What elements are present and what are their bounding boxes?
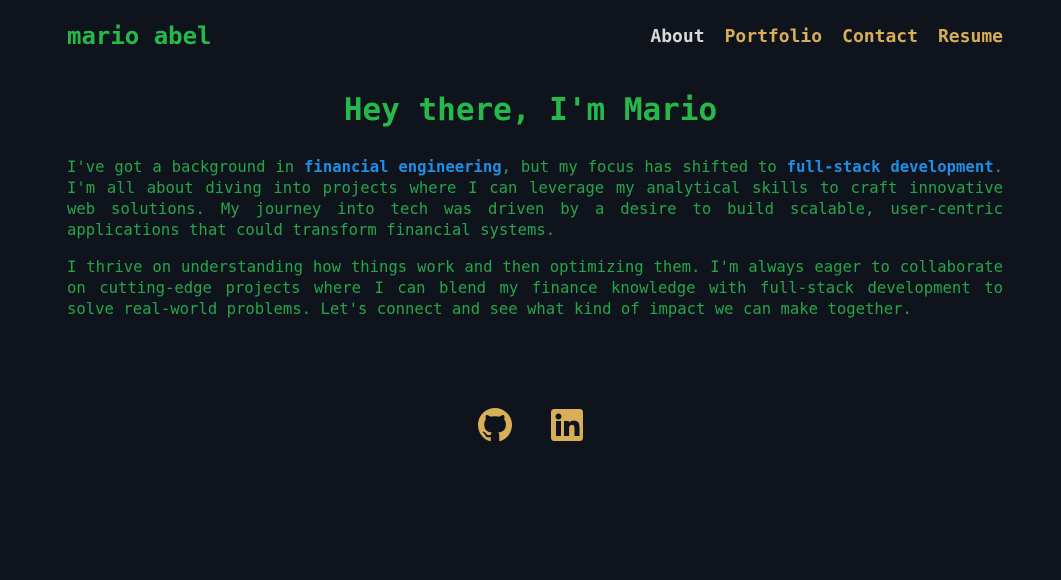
- social-links: [0, 408, 1061, 442]
- linkedin-icon: [550, 409, 583, 441]
- about-text-1: I've got a background in: [67, 158, 305, 176]
- about-content: I've got a background in financial engin…: [67, 157, 1003, 336]
- highlight-financial-engineering: financial engineering: [304, 158, 502, 176]
- github-icon: [477, 408, 512, 442]
- about-paragraph-2: I thrive on understanding how things wor…: [67, 258, 1003, 318]
- brand-logo-link[interactable]: mario abel: [67, 22, 212, 50]
- github-link[interactable]: [477, 408, 512, 442]
- nav-resume-link[interactable]: Resume: [938, 26, 1003, 47]
- nav-contact-link[interactable]: Contact: [842, 26, 918, 47]
- nav-about-link[interactable]: About: [650, 26, 704, 47]
- site-header: mario abel About Portfolio Contact Resum…: [67, 18, 1003, 54]
- about-paragraph-1: I've got a background in financial engin…: [67, 157, 1003, 241]
- main-nav: About Portfolio Contact Resume: [650, 26, 1003, 47]
- linkedin-link[interactable]: [550, 408, 584, 442]
- page-title: Hey there, I'm Mario: [343, 92, 718, 128]
- about-text-2: , but my focus has shifted to: [501, 158, 787, 176]
- highlight-full-stack-development: full-stack development: [786, 158, 994, 176]
- nav-portfolio-link[interactable]: Portfolio: [725, 26, 823, 47]
